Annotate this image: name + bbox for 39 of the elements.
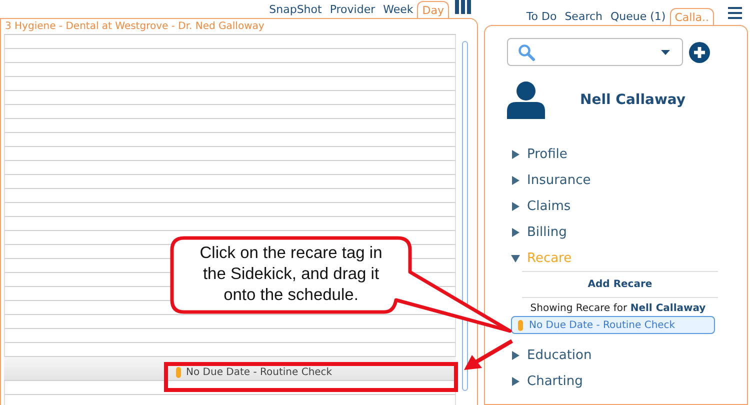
expand-icon [511,350,520,360]
add-button[interactable] [689,42,710,62]
view-tab[interactable]: Provider [326,1,380,18]
expand-icon [511,376,520,386]
scrollbar[interactable] [462,41,468,391]
caret-icon [661,50,670,54]
person-icon [507,81,545,119]
collapse-icon [511,254,520,262]
arrow [464,339,513,370]
recare-tag-label: No Due Date - Routine Check [529,320,676,330]
section-toggle[interactable]: Billing [507,219,567,245]
callout-text: Click on the recare tag in the Sidekick, and drag it onto the schedule. [198,243,384,306]
section-toggle[interactable]: Profile [507,141,568,167]
section-toggle[interactable]: Education [507,342,592,368]
view-tab[interactable]: Week [379,1,418,18]
section-toggle[interactable]: Claims [507,193,571,219]
expand-icon [511,228,520,236]
showing-recare-text: Showing Recare for Nell Callaway [530,303,706,314]
expand-icon [511,176,520,184]
expand-icon [511,202,520,210]
view-tab[interactable]: SnapShot [265,1,326,18]
schedule-title: 3 Hygiene - Dental at Westgrove - Dr. Ned Galloway [4,20,266,34]
tag-icon [176,366,181,378]
appointment-label: No Due Date - Routine Check [186,366,332,378]
columns-icon[interactable] [455,0,471,14]
add-recare-button[interactable]: Add Recare [522,271,718,298]
section-toggle[interactable]: Insurance [507,167,591,193]
time-slot[interactable] [4,381,456,395]
patient-name: Nell Callaway [580,92,686,108]
sidekick-tab[interactable]: Search [560,8,606,25]
section-toggle[interactable]: Charting [507,368,583,394]
tag-icon [518,320,523,330]
menu-icon[interactable] [728,7,742,19]
patient-search-field[interactable] [507,38,683,66]
expand-icon [511,150,520,158]
sidekick-tab[interactable]: To Do [522,8,561,25]
search-icon [518,44,535,60]
sidekick-tab[interactable]: Queue (1) [606,8,670,25]
recare-tag[interactable]: No Due Date - Routine Check [511,316,715,334]
